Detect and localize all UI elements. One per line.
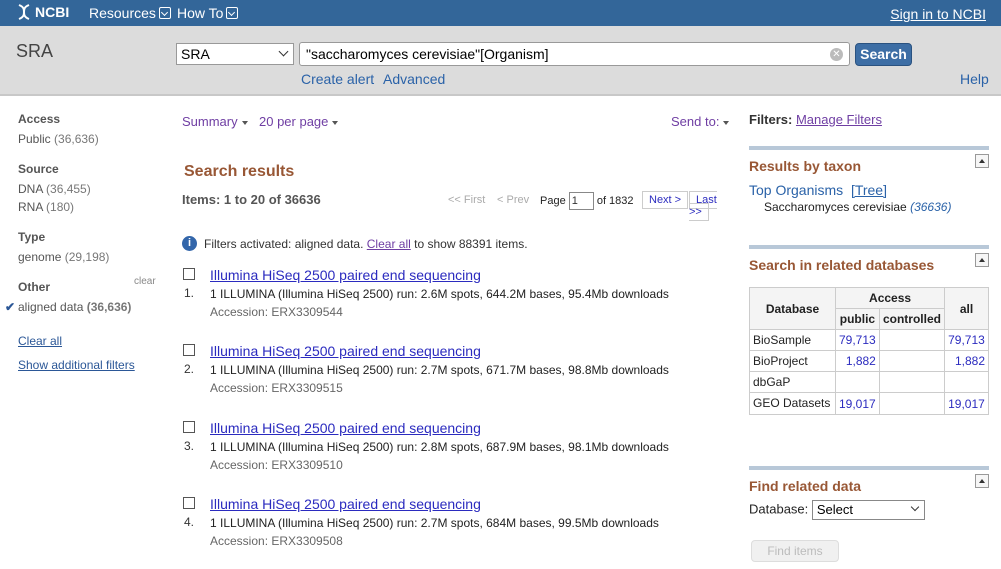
database-title: SRA [16,41,54,61]
results-by-taxon-section: Results by taxon Top Organisms [Tree] Sa… [749,146,989,226]
filter-item-public[interactable]: Public (36,636) [18,130,168,148]
col-all: all [944,287,989,330]
resources-menu[interactable]: Resources [89,5,171,21]
page-number-input[interactable]: 1 [568,192,594,210]
result-title-link[interactable]: Illumina HiSeq 2500 paired end sequencin… [210,420,481,436]
filter-item-rna[interactable]: RNA (180) [18,198,168,216]
col-database: Database [749,287,836,330]
filter-group-source: Source DNA (36,455) RNA (180) [18,162,168,216]
filter-group-access: Access Public (36,636) [18,112,168,148]
pager-last[interactable]: Last >> [689,191,737,221]
section-title: Results by taxon [749,158,862,174]
count-link[interactable]: 19,017 [948,397,985,411]
result-title-link[interactable]: Illumina HiSeq 2500 paired end sequencin… [210,267,481,283]
col-public: public [835,308,880,330]
filter-group-title: Access [18,112,61,126]
search-input-value: "saccharomyces cerevisiae"[Organism] [306,46,549,62]
database-label: Database: [749,501,809,517]
section-title: Find related data [749,478,862,494]
count-link[interactable]: 19,017 [839,397,876,411]
info-icon: i [182,236,197,251]
search-results-title: Search results [184,163,295,180]
create-alert-link[interactable]: Create alert [301,71,374,87]
items-count: Items: 1 to 20 of 36636 [182,192,321,207]
resources-label: Resources [89,5,156,21]
chevron-down-icon [278,46,289,57]
result-checkbox[interactable] [183,344,195,356]
database-select[interactable]: SRA [176,43,294,65]
summary-format-dropdown[interactable]: Summary [182,114,248,129]
sign-in-link[interactable]: Sign in to NCBI [890,6,986,22]
send-to-dropdown[interactable]: Send to: [671,114,730,129]
ncbi-logo[interactable]: NCBI [16,4,69,20]
count-link[interactable]: 1,882 [955,354,985,368]
per-page-dropdown[interactable]: 20 per page [259,114,339,129]
filters-activated-message: i Filters activated: aligned data. Clear… [182,236,528,251]
advanced-search-link[interactable]: Advanced [383,71,445,87]
filter-item-aligned-data[interactable]: ✔ aligned data (36,636) [5,298,168,316]
table-row: GEO Datasets 19,017 19,017 [749,392,989,415]
ncbi-logo-text: NCBI [35,4,70,20]
pager-next[interactable]: Next > [642,191,689,209]
result-checkbox[interactable] [183,268,195,280]
tree-link[interactable]: [Tree] [851,182,887,198]
count-link[interactable]: 79,713 [948,333,985,347]
organism-item[interactable]: Saccharomyces cerevisiae (36636) [764,200,989,214]
filter-group-title: Type [18,230,46,244]
caret-down-icon [723,120,730,125]
filter-item-dna[interactable]: DNA (36,455) [18,180,168,198]
pager-page: Page 1 of 1832 [540,192,634,210]
clear-search-icon[interactable]: ✕ [830,48,843,61]
howto-label: How To [177,5,224,21]
clear-all-link[interactable]: Clear all [367,237,411,251]
caret-down-icon [332,120,339,125]
filter-group-title: Source [18,162,59,176]
col-controlled: controlled [878,308,946,330]
top-organisms-link[interactable]: Top Organisms [749,182,843,198]
search-bar: SRA SRA "saccharomyces cerevisiae"[Organ… [0,26,1001,96]
related-databases-table: Database Access all public controlled Bi… [749,287,989,415]
find-items-button[interactable]: Find items [751,540,839,562]
help-link[interactable]: Help [960,71,989,87]
manage-filters-link[interactable]: Manage Filters [796,112,882,127]
result-checkbox[interactable] [183,497,195,509]
related-databases-section: Search in related databases Database Acc… [749,245,989,415]
pager-prev: < Prev [497,194,530,206]
collapse-toggle-icon[interactable] [975,154,989,168]
section-title: Search in related databases [749,257,935,273]
table-row: BioSample 79,713 79,713 [749,329,989,351]
table-row: BioProject 1,882 1,882 [749,350,989,372]
pager-first: << First [448,194,486,206]
howto-menu[interactable]: How To [177,5,239,21]
col-access: Access [834,287,946,309]
chevron-down-icon [158,7,171,19]
chevron-down-icon [910,502,920,512]
left-filters: Access Public (36,636) Source DNA (36,45… [5,112,168,372]
right-sidebar: Filters: Manage Filters Results by taxon… [749,112,989,562]
caret-down-icon [241,120,248,125]
related-database-select[interactable]: Select [811,500,925,520]
filters-header: Filters: Manage Filters [749,112,882,127]
table-row: dbGaP [749,371,989,393]
database-select-value: SRA [181,46,210,62]
count-link[interactable]: 79,713 [839,333,876,347]
dna-helix-icon [18,4,30,20]
result-title-link[interactable]: Illumina HiSeq 2500 paired end sequencin… [210,496,481,512]
show-additional-filters-link[interactable]: Show additional filters [18,358,135,372]
ncbi-topbar: NCBI Resources How To Sign in to NCBI [0,0,1001,26]
search-input[interactable]: "saccharomyces cerevisiae"[Organism] ✕ [299,42,850,66]
other-clear-link[interactable]: clear [134,276,156,287]
filter-group-type: Type genome (29,198) [18,230,168,266]
clear-all-filters-link[interactable]: Clear all [18,334,62,348]
count-link[interactable]: 1,882 [846,354,876,368]
collapse-toggle-icon[interactable] [975,474,989,488]
checkmark-icon: ✔ [5,300,16,314]
filter-item-genome[interactable]: genome (29,198) [18,248,168,266]
collapse-toggle-icon[interactable] [975,253,989,267]
result-title-link[interactable]: Illumina HiSeq 2500 paired end sequencin… [210,343,481,359]
result-checkbox[interactable] [183,421,195,433]
search-button[interactable]: Search [855,43,912,66]
chevron-down-icon [226,7,239,19]
